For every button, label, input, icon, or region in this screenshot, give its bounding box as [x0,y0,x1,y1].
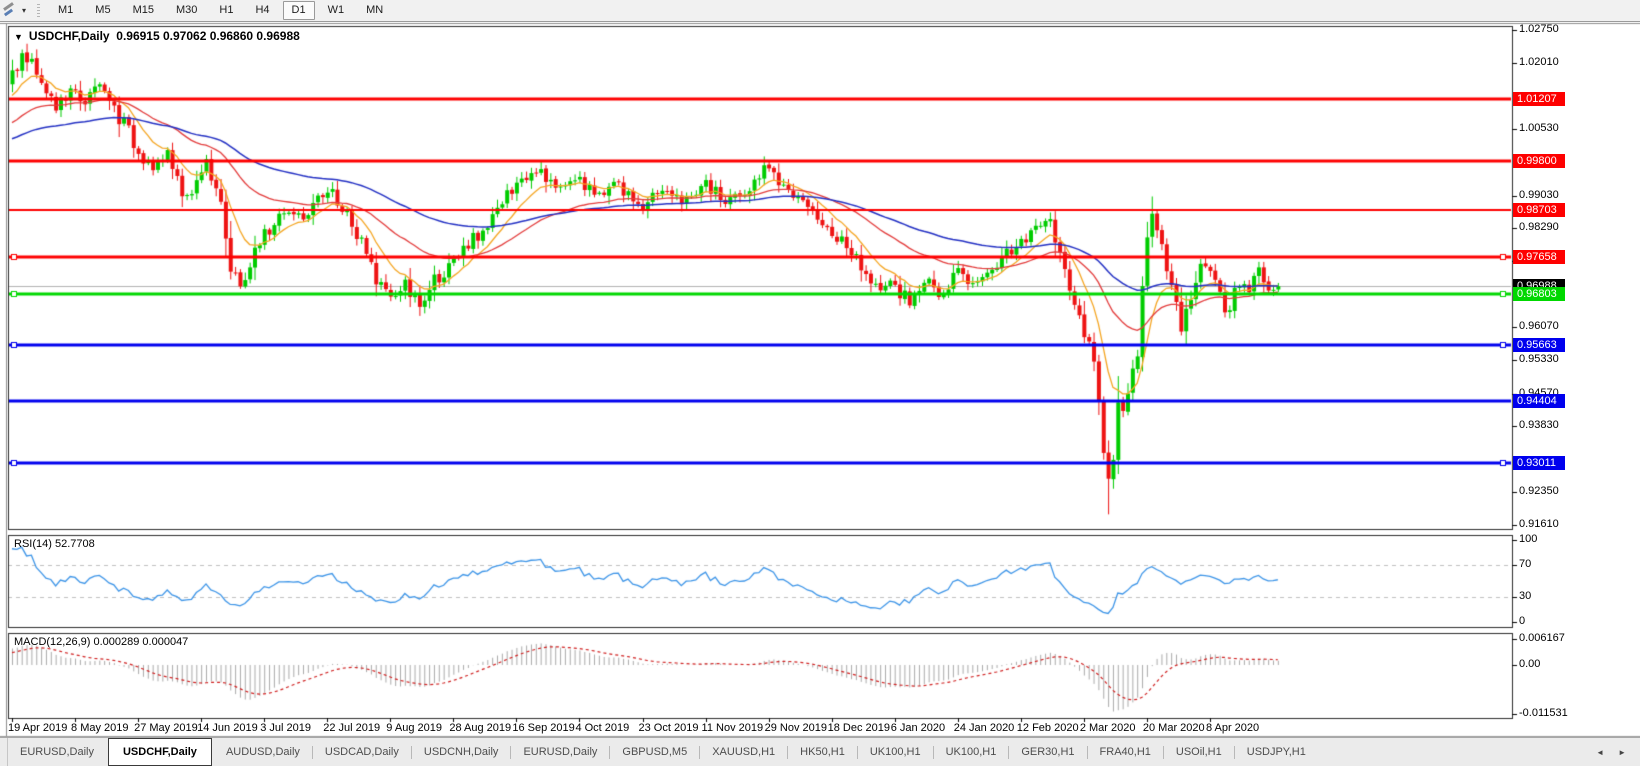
date-axis-label: 18 Dec 2019 [827,722,891,734]
timeframe-button-h4[interactable]: H4 [246,1,278,20]
date-axis-label: 2 Mar 2020 [1079,722,1136,734]
price-tick-label: 1.02750 [1519,23,1559,36]
date-axis-label: 8 Apr 2020 [1205,722,1260,734]
timeframe-toolbar: ▾ M1 M5 M15 M30 H1 H4 D1 W1 MN [0,0,1640,22]
tab-fra40-h1[interactable]: FRA40,H1 [1088,738,1163,766]
tab-eurusd-daily[interactable]: EURUSD,Daily [511,738,609,766]
rsi-tick-label: 0 [1519,615,1526,627]
date-axis-label: 8 May 2019 [71,722,129,734]
price-tick-label: 0.99030 [1519,188,1559,201]
chart-canvas[interactable] [0,0,1640,766]
macd-indicator-label: MACD(12,26,9) 0.000289 0.000047 [14,636,188,648]
date-axis-label: 29 Nov 2019 [764,722,827,734]
chart-tab-bar: EURUSD,Daily USDCHF,Daily AUDUSD,Daily USDC… [0,737,1640,766]
macd-tick-label: 0.006167 [1519,632,1565,644]
tab-usdjpy-h1[interactable]: USDJPY,H1 [1235,738,1318,766]
rsi-name: RSI(14) [14,538,52,550]
tab-uk100-h1[interactable]: UK100,H1 [934,738,1009,766]
tab-audusd-daily[interactable]: AUDUSD,Daily [214,738,312,766]
price-tick-label: 0.98290 [1519,221,1559,234]
collapse-chart-icon[interactable]: ▼ [14,32,23,42]
timeframe-button-m15[interactable]: M15 [124,1,163,20]
date-axis-label: 14 Jun 2019 [197,722,258,734]
date-axis-label: 12 Feb 2020 [1016,722,1079,734]
rsi-tick-label: 70 [1519,557,1532,570]
date-axis-label: 28 Aug 2019 [449,722,512,734]
tab-gbpusd-m5[interactable]: GBPUSD,M5 [610,738,699,766]
tab-ger30-h1[interactable]: GER30,H1 [1009,738,1086,766]
tabs: EURUSD,Daily USDCHF,Daily AUDUSD,Daily USDC… [8,738,1318,766]
price-tick-label: 0.93830 [1519,419,1559,432]
trading-terminal: { "icons": { "collapse": "▼", "dropdown"… [0,0,1640,766]
timeframe-button-w1[interactable]: W1 [319,1,354,20]
tab-eurusd-daily[interactable]: EURUSD,Daily [8,738,106,766]
hline-price-label: 0.96803 [1513,287,1565,302]
date-axis-label: 11 Nov 2019 [701,722,764,734]
hline-price-label: 0.97658 [1513,249,1565,264]
timeframe-buttons: M1 M5 M15 M30 H1 H4 D1 W1 MN [47,1,394,20]
price-tick-label: 0.91610 [1519,518,1559,530]
chart-symbol: USDCHF,Daily [28,29,110,43]
tab-usoil-h1[interactable]: USOil,H1 [1164,738,1234,766]
hline-price-label: 0.94404 [1513,393,1565,408]
rsi-value: 52.7708 [54,538,95,550]
price-tick-label: 0.96070 [1519,320,1559,332]
rsi-indicator-label: RSI(14) 52.7708 [14,538,95,550]
timeframe-button-m1[interactable]: M1 [49,1,82,20]
date-axis-label: 3 Jul 2019 [260,722,311,734]
tab-scroll-left-icon[interactable]: ◄ [1596,748,1604,757]
macd-tick-label: 0.00 [1519,658,1541,670]
tab-usdcad-daily[interactable]: USDCAD,Daily [313,738,411,766]
chevron-down-icon[interactable]: ▾ [22,6,26,15]
timeframe-button-mn[interactable]: MN [357,1,392,20]
price-tick-label: 1.02010 [1519,56,1559,69]
tabbar-lead-divider [0,738,8,766]
date-axis-label: 27 May 2019 [134,722,198,734]
tab-scroll-arrows: ◄ ► [1596,738,1640,766]
tab-uk100-h1[interactable]: UK100,H1 [858,738,933,766]
timeframe-button-d1[interactable]: D1 [282,1,315,20]
macd-tick-label: -0.011531 [1519,706,1568,719]
timeframe-button-m5[interactable]: M5 [86,1,119,20]
tab-usdchf-daily[interactable]: USDCHF,Daily [107,738,212,766]
drawing-tool-icon[interactable] [2,2,20,18]
hline-price-label: 0.98703 [1513,203,1565,218]
chart-ohlc-values: 0.96915 0.97062 0.96860 0.96988 [116,29,300,43]
date-axis-label: 20 Mar 2020 [1142,722,1205,734]
timeframe-button-h1[interactable]: H1 [210,1,242,20]
price-tick-label: 0.95330 [1519,352,1559,365]
hline-price-label: 0.95663 [1513,338,1565,353]
tab-hk50-h1[interactable]: HK50,H1 [788,738,857,766]
date-axis-label: 6 Jan 2020 [890,722,946,734]
chart-title: ▼ USDCHF,Daily 0.96915 0.97062 0.96860 0.… [14,29,300,43]
rsi-tick-label: 100 [1519,533,1538,545]
hline-price-label: 1.01207 [1513,91,1565,106]
hline-price-label: 0.99800 [1513,154,1565,169]
price-tick-label: 0.92350 [1519,485,1559,498]
tab-scroll-right-icon[interactable]: ► [1618,748,1626,757]
macd-values: 0.000289 0.000047 [93,636,189,648]
date-axis-label: 19 Apr 2019 [8,722,68,734]
date-axis-label: 9 Aug 2019 [386,722,442,734]
date-axis-label: 23 Oct 2019 [638,722,699,734]
date-axis-label: 24 Jan 2020 [953,722,1015,734]
timeframe-button-m30[interactable]: M30 [167,1,206,20]
toolbar-grip [37,3,41,18]
date-axis-label: 16 Sep 2019 [512,722,575,734]
date-axis-label: 4 Oct 2019 [575,722,630,734]
hline-price-label: 0.93011 [1513,455,1565,470]
rsi-tick-label: 30 [1519,590,1532,603]
date-axis-label: 22 Jul 2019 [323,722,381,734]
price-tick-label: 1.00530 [1519,121,1559,134]
tab-usdcnh-daily[interactable]: USDCNH,Daily [412,738,511,766]
macd-name: MACD(12,26,9) [14,636,91,648]
tab-xauusd-h1[interactable]: XAUUSD,H1 [700,738,787,766]
